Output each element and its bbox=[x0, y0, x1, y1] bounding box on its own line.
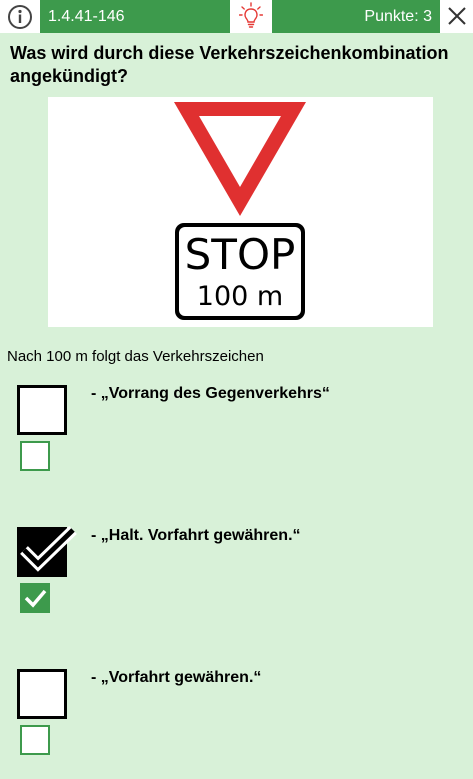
info-button[interactable] bbox=[0, 0, 40, 33]
top-bar: 1.4.41-146 Punkte: 3 bbox=[0, 0, 473, 33]
solution-checkbox bbox=[20, 441, 50, 471]
info-icon bbox=[8, 5, 32, 29]
answer-label: - „Vorfahrt gewähren.“ bbox=[91, 669, 262, 686]
close-button[interactable] bbox=[440, 0, 473, 33]
question-text: Was wird durch diese Verkehrszeichenkomb… bbox=[10, 43, 449, 86]
plate-stop-text: STOP bbox=[185, 230, 296, 279]
solution-checkbox bbox=[20, 583, 50, 613]
close-icon bbox=[448, 7, 466, 25]
answer-checkbox[interactable] bbox=[17, 669, 67, 719]
answer-intro-text: Nach 100 m folgt das Verkehrszeichen bbox=[7, 348, 264, 365]
lightbulb-icon bbox=[239, 2, 263, 28]
solution-checkbox bbox=[20, 725, 50, 755]
plate-distance-text: 100 m bbox=[197, 281, 283, 312]
checkmark-icon bbox=[24, 589, 47, 608]
checkmark-icon bbox=[20, 526, 77, 572]
answer-checkbox[interactable] bbox=[17, 385, 67, 435]
points-counter: Punkte: 3 bbox=[272, 0, 440, 33]
answer-option-1: - „Vorrang des Gegenverkehrs“ bbox=[0, 385, 473, 495]
answer-checkbox[interactable] bbox=[17, 526, 77, 577]
answer-option-2: - „Halt. Vorfahrt gewähren.“ bbox=[0, 526, 473, 637]
hint-button[interactable] bbox=[230, 0, 272, 33]
answer-label: - „Halt. Vorfahrt gewähren.“ bbox=[91, 527, 301, 544]
answer-option-3: - „Vorfahrt gewähren.“ bbox=[0, 669, 473, 779]
answer-label: - „Vorrang des Gegenverkehrs“ bbox=[91, 385, 330, 402]
question-code: 1.4.41-146 bbox=[40, 0, 230, 33]
traffic-sign-image: STOP 100 m bbox=[48, 97, 433, 327]
